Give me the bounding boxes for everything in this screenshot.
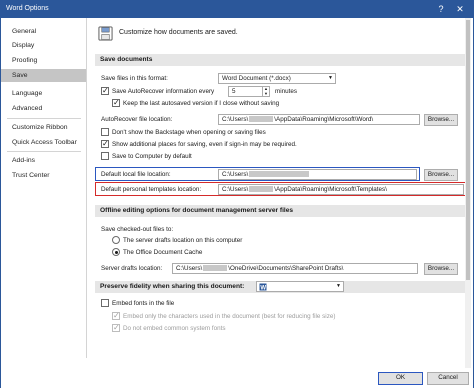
format-value: Word Document (*.docx) [222,75,291,82]
checked-out-label: Save checked-out files to: [101,226,174,233]
sidebar-divider [7,118,81,119]
redacted-username [249,116,274,122]
sidebar-divider [7,151,81,152]
additional-places-checkbox[interactable] [101,139,109,148]
help-button[interactable]: ? [434,3,448,15]
server-drafts-radio[interactable] [112,236,120,244]
sidebar-item-add-ins[interactable]: Add-ins [1,154,86,167]
redacted-username [203,265,228,271]
sidebar-item-display[interactable]: Display [1,39,86,52]
drafts-location-input[interactable]: C:\Users\ \OneDrive\Documents\SharePoint … [172,263,418,274]
cancel-button[interactable]: Cancel [427,372,469,385]
local-location-input[interactable]: C:\Users\ [218,169,417,180]
drafts-location-label: Server drafts location: [101,265,163,272]
sidebar-item-trust-center[interactable]: Trust Center [1,169,86,182]
keep-last-label: Keep the last autosaved version if I clo… [123,100,280,107]
close-button[interactable]: ✕ [453,3,467,15]
path-prefix: C:\Users\ [222,116,249,123]
local-location-label: Default local file location: [101,171,171,178]
browse-drafts-button[interactable]: Browse... [424,263,458,275]
embed-only-checkbox[interactable] [112,311,120,320]
scrollbar-thumb[interactable] [466,20,470,280]
sidebar-item-language[interactable]: Language [1,87,86,100]
spinner-arrows-icon[interactable]: ▲ ▼ [262,87,269,96]
svg-text:W: W [260,286,266,292]
path-suffix: \AppData\Roaming\Microsoft\Word\ [274,116,374,123]
ok-button[interactable]: OK [378,372,423,385]
browse-autorecover-button[interactable]: Browse... [424,114,458,126]
scrollbar[interactable] [465,18,471,368]
save-computer-label: Save to Computer by default [112,153,192,160]
chevron-down-icon: ▼ [328,75,333,81]
format-label: Save files in this format: [101,75,168,82]
section-offline-editing: Offline editing options for document man… [95,205,466,217]
main-panel: Customize how documents are saved. Save … [88,18,473,368]
path-prefix: C:\Users\ [222,171,249,178]
document-cache-label: The Office Document Cache [123,249,203,256]
backstage-checkbox[interactable] [101,128,109,136]
embed-only-label: Embed only the characters used in the do… [123,313,336,320]
sidebar-item-quick-access-toolbar[interactable]: Quick Access Toolbar [1,136,86,149]
sidebar-item-customize-ribbon[interactable]: Customize Ribbon [1,121,86,134]
autorecover-location-label: AutoRecover file location: [101,116,173,123]
embed-fonts-checkbox[interactable] [101,299,109,307]
no-common-fonts-checkbox[interactable] [112,323,120,332]
chevron-down-icon: ▼ [336,283,341,289]
path-suffix: \OneDrive\Documents\SharePoint Drafts\ [228,265,344,272]
document-cache-radio[interactable] [112,248,120,256]
document-select[interactable]: W ▼ [256,281,344,292]
word-document-icon: W [259,283,267,291]
browse-local-button[interactable]: Browse... [424,169,458,181]
save-disk-icon [98,26,113,41]
title-bar: Word Options ? ✕ [1,1,473,18]
section-save-documents: Save documents [95,54,466,66]
server-drafts-label: The server drafts location on this compu… [123,237,243,244]
format-select[interactable]: Word Document (*.docx) ▼ [218,73,336,84]
sidebar-item-advanced[interactable]: Advanced [1,102,86,115]
autorecover-checkbox[interactable] [101,86,109,95]
window-title: Word Options [6,5,49,12]
autorecover-minutes-input[interactable]: 5 ▲ ▼ [228,86,270,97]
dialog-footer: OK Cancel [1,368,473,388]
redacted-username [249,186,274,192]
no-common-fonts-label: Do not embed common system fonts [123,325,226,332]
sidebar-item-proofing[interactable]: Proofing [1,54,86,67]
embed-fonts-label: Embed fonts in the file [112,300,175,307]
save-computer-checkbox[interactable] [101,152,109,160]
backstage-label: Don't show the Backstage when opening or… [112,129,266,136]
page-header: Customize how documents are saved. [119,29,238,36]
minutes-label: minutes [275,88,298,95]
autorecover-location-input[interactable]: C:\Users\ \AppData\Roaming\Microsoft\Word… [218,114,420,125]
redacted-username [249,171,310,177]
templates-label: Default personal templates location: [101,186,202,193]
path-suffix: \AppData\Roaming\Microsoft\Templates\ [274,186,387,193]
templates-location-input[interactable]: C:\Users\ \AppData\Roaming\Microsoft\Temp… [218,184,464,195]
sidebar-item-general[interactable]: General [1,25,86,38]
additional-places-label: Show additional places for saving, even … [112,141,297,148]
autorecover-label: Save AutoRecover information every [112,88,215,95]
path-prefix: C:\Users\ [176,265,203,272]
autorecover-minutes-value: 5 [232,88,236,95]
sidebar-item-save[interactable]: Save [1,69,86,82]
sidebar: General Display Proofing Save Language A… [1,18,87,358]
word-options-dialog: Word Options ? ✕ General Display Proofin… [0,0,474,388]
path-prefix: C:\Users\ [222,186,249,193]
keep-last-checkbox[interactable] [112,98,120,107]
